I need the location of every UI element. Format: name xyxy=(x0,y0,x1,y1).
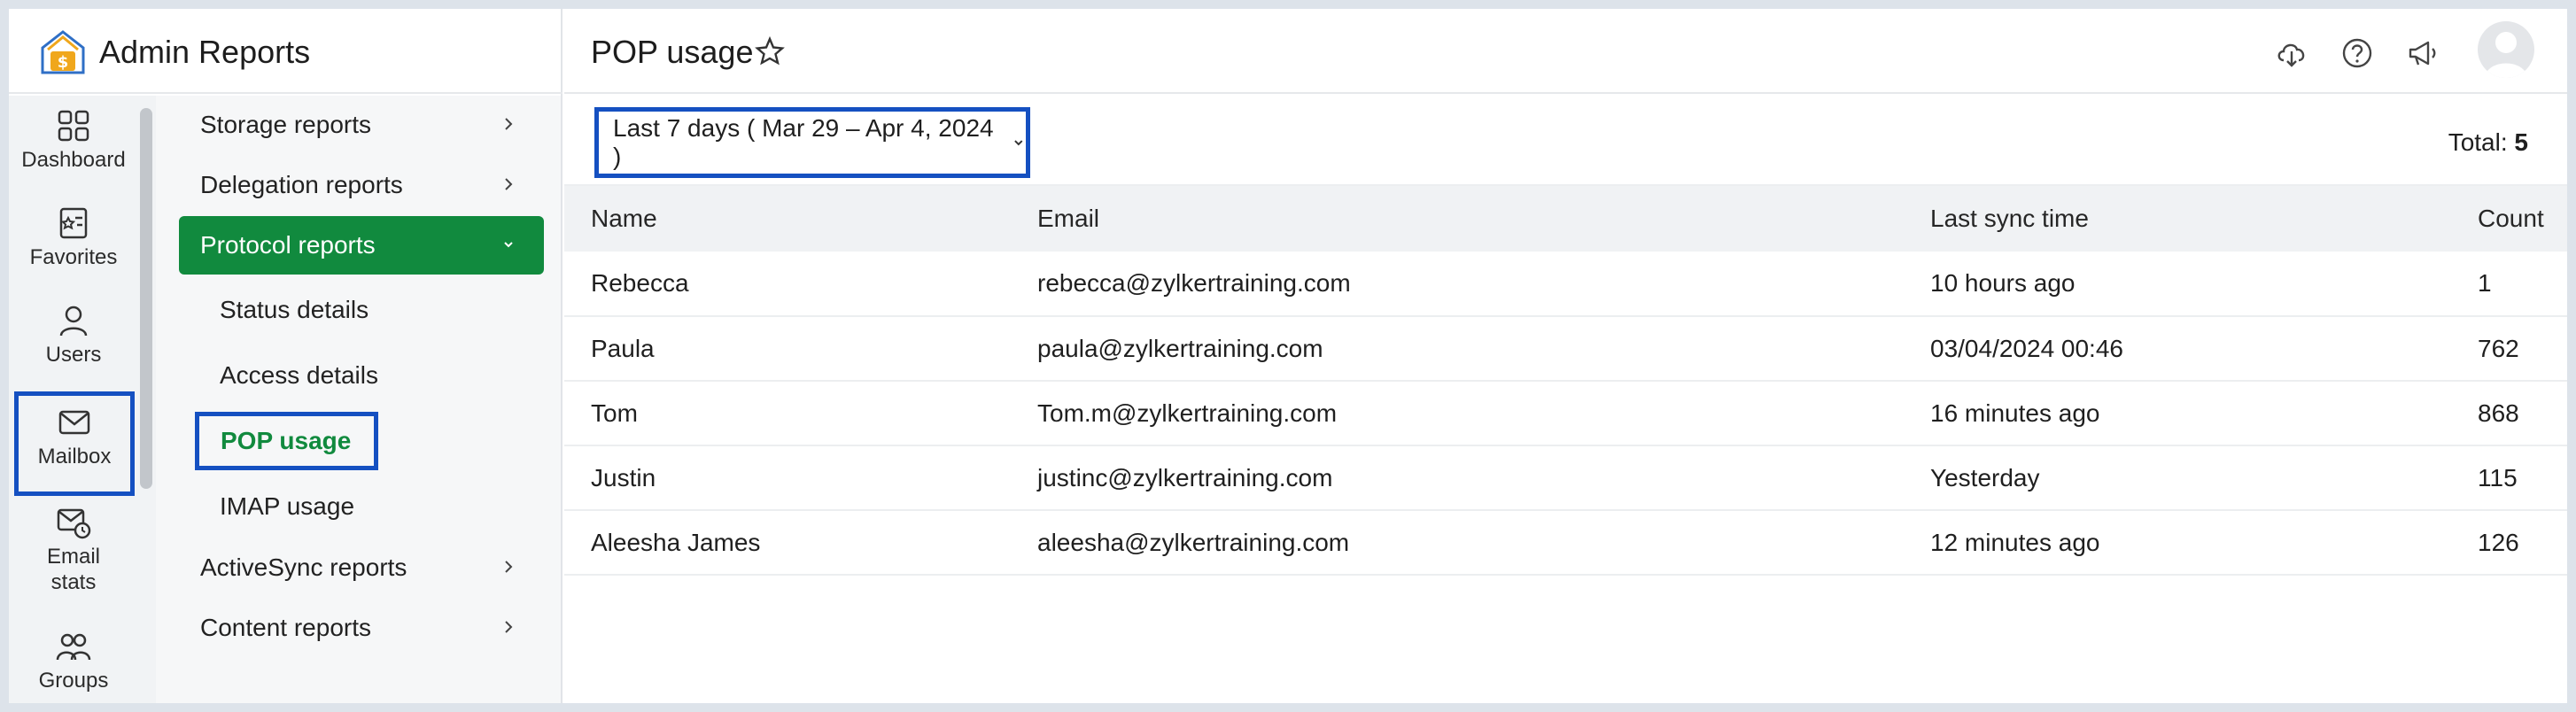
nav-label: Storage reports xyxy=(200,111,371,138)
chevron-down-icon xyxy=(504,242,513,248)
nav-label: Delegation reports xyxy=(200,171,403,198)
nav-sub-label: POP usage xyxy=(221,427,352,454)
left-panel: $ Admin Reports Dashboard Favorites User… xyxy=(9,9,563,703)
rail-label: stats xyxy=(50,570,97,594)
nav-label: Protocol reports xyxy=(200,231,376,259)
table-row[interactable]: Aleesha James aleesha@zylkertraining.com… xyxy=(564,510,2567,575)
chevron-right-icon xyxy=(505,621,513,633)
cell-email: paula@zylkertraining.com xyxy=(1037,334,1323,362)
nav-item-content-reports[interactable]: Content reports xyxy=(179,599,544,657)
nav-sub-label: Status details xyxy=(220,296,369,323)
cell-email: Tom.m@zylkertraining.com xyxy=(1037,399,1338,427)
nav-item-storage-reports[interactable]: Storage reports xyxy=(179,96,544,154)
page-header: POP usage xyxy=(564,9,2567,94)
total-count: Total: 5 xyxy=(2448,128,2528,157)
table-row[interactable]: Paula paula@zylkertraining.com 03/04/202… xyxy=(564,316,2567,381)
groups-icon xyxy=(56,633,91,661)
nav-label: Content reports xyxy=(200,614,371,641)
cell-email: rebecca@zylkertraining.com xyxy=(1037,269,1351,297)
nav-sub-label: Access details xyxy=(220,361,378,389)
report-toolbar: Last 7 days ( Mar 29 – Apr 4, 2024 ) Tot… xyxy=(564,96,2567,186)
rail-label: Groups xyxy=(38,669,109,693)
app-window: $ Admin Reports Dashboard Favorites User… xyxy=(9,9,2567,703)
cell-name: Paula xyxy=(591,334,655,362)
total-value: 5 xyxy=(2514,128,2528,156)
cell-count: 762 xyxy=(2478,334,2519,362)
cell-count: 126 xyxy=(2478,528,2519,556)
rail-label: Dashboard xyxy=(21,148,126,172)
rail-label: Users xyxy=(45,343,102,367)
app-title: Admin Reports xyxy=(99,34,311,70)
nav-sub-label: IMAP usage xyxy=(220,492,355,520)
column-header-name[interactable]: Name xyxy=(564,186,1011,252)
avatar-placeholder-icon xyxy=(2485,32,2527,78)
cell-count: 1 xyxy=(2478,269,2492,297)
nav-sub-imap-usage[interactable]: IMAP usage xyxy=(220,484,354,529)
cell-last-sync: 12 minutes ago xyxy=(1930,528,2100,556)
cell-email: aleesha@zylkertraining.com xyxy=(1037,528,1350,556)
rail-item-groups[interactable]: Groups xyxy=(9,629,138,693)
nav-sub-pop-usage[interactable]: POP usage xyxy=(195,412,379,470)
chevron-right-icon xyxy=(505,178,513,190)
cell-last-sync: Yesterday xyxy=(1930,463,2040,491)
cell-count: 868 xyxy=(2478,399,2519,427)
report-nav: Storage reports Delegation reports Proto… xyxy=(156,96,561,703)
admin-reports-logo-icon: $ xyxy=(41,30,85,74)
rail-item-email-stats[interactable]: Email stats xyxy=(9,505,138,595)
table-row[interactable]: Justin justinc@zylkertraining.com Yester… xyxy=(564,445,2567,510)
column-header-email[interactable]: Email xyxy=(1011,186,1904,252)
chevron-right-icon xyxy=(505,118,513,130)
nav-sub-status-details[interactable]: Status details xyxy=(220,288,369,332)
cell-name: Tom xyxy=(591,399,638,427)
nav-label: ActiveSync reports xyxy=(200,553,407,581)
chevron-down-icon xyxy=(1014,140,1023,146)
user-icon xyxy=(59,306,88,337)
dashboard-icon xyxy=(58,110,89,142)
cell-count: 115 xyxy=(2478,463,2518,491)
rail-label: Email xyxy=(46,545,100,569)
nav-sub-access-details[interactable]: Access details xyxy=(220,353,378,398)
announcement-icon[interactable] xyxy=(2405,35,2440,71)
table-row[interactable]: Rebecca rebecca@zylkertraining.com 10 ho… xyxy=(564,252,2567,316)
cell-email: justinc@zylkertraining.com xyxy=(1037,463,1333,491)
pop-usage-table: Name Email Last sync time Count Rebecca … xyxy=(564,186,2567,576)
download-icon[interactable] xyxy=(2274,35,2309,71)
rail-label: Favorites xyxy=(29,245,118,269)
svg-text:$: $ xyxy=(58,53,69,72)
help-icon[interactable] xyxy=(2339,35,2375,71)
mailbox-icon xyxy=(58,410,90,435)
date-range-value: Last 7 days ( Mar 29 – Apr 4, 2024 ) xyxy=(613,114,994,170)
favorite-star-icon[interactable] xyxy=(754,35,786,67)
rail-item-users[interactable]: Users xyxy=(9,303,138,368)
chevron-right-icon xyxy=(505,561,513,573)
cell-last-sync: 10 hours ago xyxy=(1930,269,2076,297)
rail-label: Mailbox xyxy=(37,445,112,468)
user-avatar[interactable] xyxy=(2478,21,2534,78)
main-content: POP usage Last 7 days (Mar 29 – Apr 4, … xyxy=(564,9,2567,703)
rail-item-mailbox[interactable]: Mailbox xyxy=(14,391,135,496)
column-header-count[interactable]: Count xyxy=(2451,186,2567,252)
cell-last-sync: 03/04/2024 00:46 xyxy=(1930,334,2123,362)
brand-header: $ Admin Reports xyxy=(9,9,563,94)
cell-name: Justin xyxy=(591,463,656,491)
table-header-row: Name Email Last sync time Count xyxy=(564,186,2567,252)
rail-item-dashboard[interactable]: Dashboard xyxy=(9,108,138,173)
cell-last-sync: 16 minutes ago xyxy=(1930,399,2100,427)
email-stats-icon xyxy=(57,508,91,539)
nav-item-delegation-reports[interactable]: Delegation reports xyxy=(179,156,544,214)
cell-name: Rebecca xyxy=(591,269,689,297)
cell-name: Aleesha James xyxy=(591,528,761,556)
date-range-select[interactable]: Last 7 days ( Mar 29 – Apr 4, 2024 ) xyxy=(594,107,1030,178)
rail-scrollbar[interactable] xyxy=(140,108,152,489)
nav-item-activesync-reports[interactable]: ActiveSync reports xyxy=(179,538,544,597)
total-label: Total: xyxy=(2448,128,2508,156)
column-header-last-sync[interactable]: Last sync time xyxy=(1904,186,2451,252)
page-title: POP usage xyxy=(591,34,754,70)
favorites-icon xyxy=(59,207,88,239)
nav-item-protocol-reports[interactable]: Protocol reports xyxy=(179,216,544,275)
icon-rail: Dashboard Favorites Users Mailbox Email … xyxy=(9,96,156,703)
rail-item-favorites[interactable]: Favorites xyxy=(9,205,138,270)
table-row[interactable]: Tom Tom.m@zylkertraining.com 16 minutes … xyxy=(564,381,2567,445)
